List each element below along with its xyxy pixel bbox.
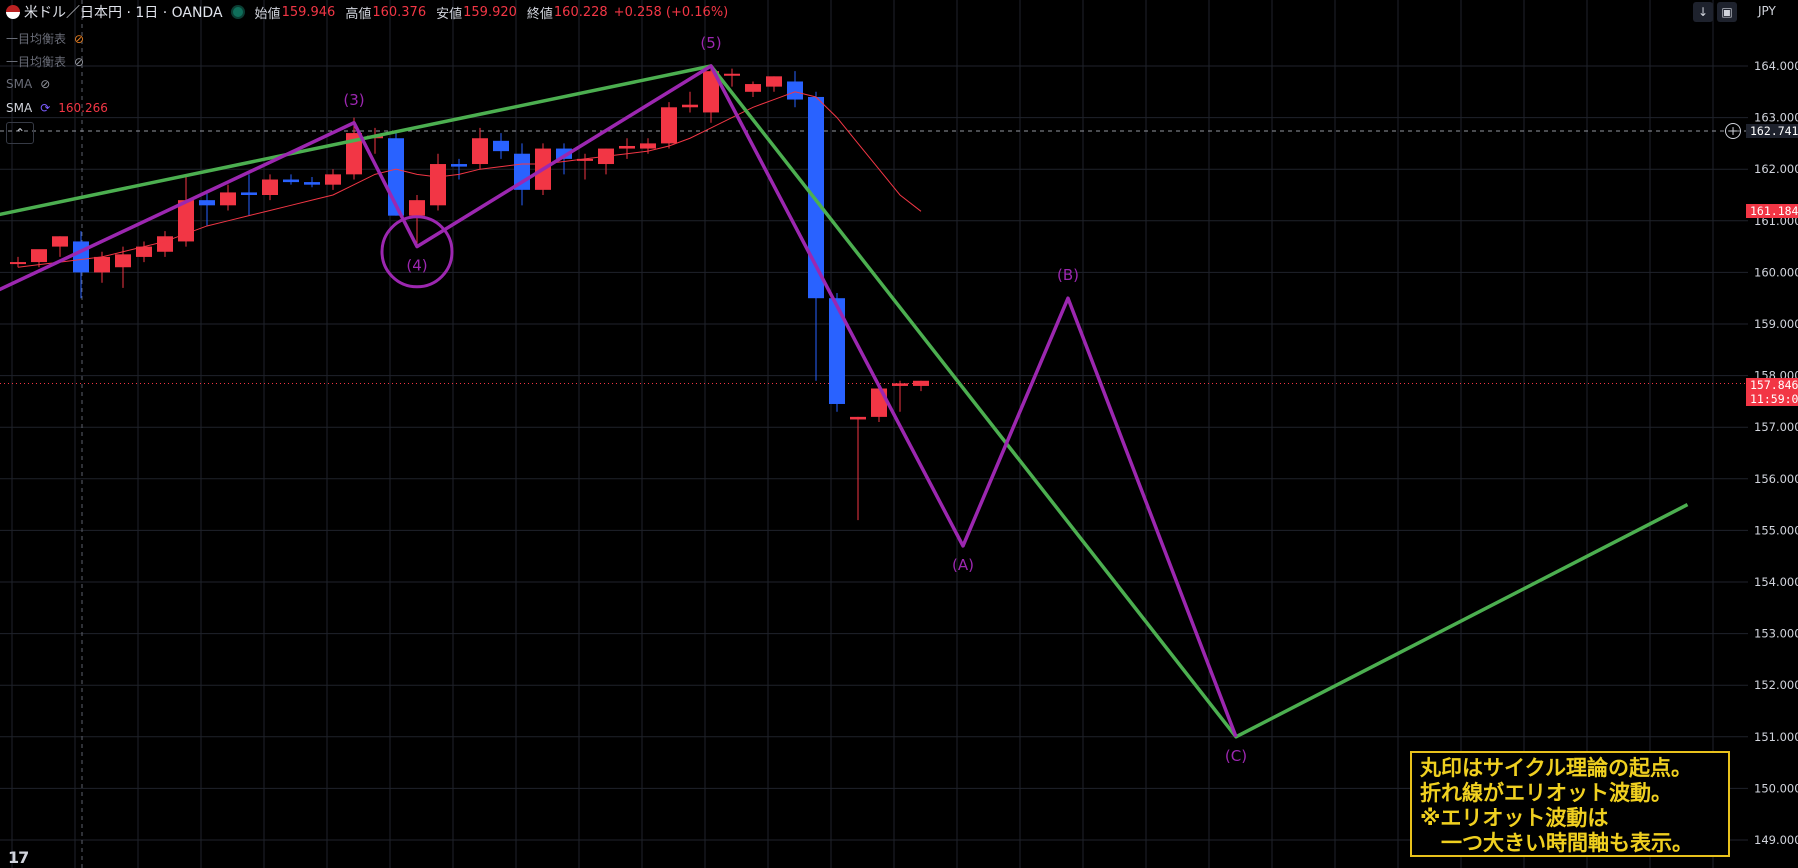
low-value: 159.920 [463,4,517,20]
change-value: +0.258 (+0.16%) [613,4,729,20]
candle-body [52,236,68,247]
legend-header: 米ドル／日本円 · 1日 · OANDA 始値 159.946 高値 160.376… [0,0,728,24]
y-tick-label: 149.000 [1754,833,1798,847]
candle-body [199,200,215,206]
indicator-name: 一目均衡表 [6,32,67,46]
indicator-sma-2[interactable]: SMA ⟳ 160.266 [6,101,108,115]
candle-body [745,84,761,92]
annotation-note[interactable]: 丸印はサイクル理論の起点。 折れ線がエリオット波動。 ※エリオット波動は 一つ大… [1410,751,1730,857]
y-tick-label: 163.000 [1754,111,1798,125]
candle-body [157,236,173,252]
candle-body [913,380,929,386]
y-tick-label: 154.000 [1754,575,1798,589]
note-line: 一つ大きい時間軸も表示。 [1420,831,1693,855]
collapse-legend-button[interactable]: ⌃ [6,122,34,144]
indicator-name: 一目均衡表 [6,55,67,69]
y-tick-label: 157.000 [1754,420,1798,434]
y-tick-label: 159.000 [1754,317,1798,331]
elliott-wave-line [0,64,1238,738]
currency-flag-icon [6,5,20,19]
wave-label: (A) [952,556,974,574]
y-tick-label: 155.000 [1754,523,1798,537]
candle-body [850,416,866,420]
indicator-name: SMA [6,101,33,115]
y-tick-label: 160.000 [1754,265,1798,279]
candle-body [493,140,509,152]
wave-label: (C) [1225,747,1247,765]
y-tick-label: 151.000 [1754,730,1798,744]
note-line: ※エリオット波動は [1420,806,1609,830]
candle-body [892,383,908,386]
last-price-tag: 157.846 [1746,378,1798,392]
open-label: 始値 [254,6,281,22]
indicator-ichimoku-2[interactable]: 一目均衡表 ⊘ [6,53,84,70]
candle-body [451,164,467,167]
high-value: 160.376 [372,4,427,20]
market-status-icon [230,5,245,19]
candle-body [787,81,803,100]
candle-body [472,138,488,165]
wave-label: (B) [1057,266,1079,284]
indicator-sma-1[interactable]: SMA ⊘ [6,77,50,91]
y-tick-label: 150.000 [1754,781,1798,795]
high-label: 高値 [345,6,372,22]
candle-body [304,182,320,185]
candle-body [724,73,740,76]
eye-off-icon[interactable]: ⊘ [40,77,50,91]
add-alert-icon[interactable]: + [1725,123,1741,139]
note-line: 折れ線がエリオット波動。 [1420,781,1672,805]
indicator-name: SMA [6,77,33,91]
y-tick-label: 164.000 [1754,59,1798,73]
close-label: 終値 [526,6,553,22]
tradingview-logo[interactable]: 17 [8,848,29,867]
candle-body [661,107,677,144]
candle-body [619,145,635,149]
scroll-down-button[interactable]: ↓ [1693,2,1713,22]
y-tick-label: 153.000 [1754,627,1798,641]
currency-label[interactable]: JPY [1758,4,1798,18]
wave-label: (3) [343,91,364,109]
candle-body [241,192,257,195]
low-label: 安値 [436,6,463,22]
crosshair-price-tag: 162.741 [1746,124,1798,138]
candle-body [409,200,425,216]
candle-body [262,179,278,195]
candle-body [115,254,131,268]
eye-off-icon[interactable]: ⊘ [74,32,84,46]
note-line: 丸印はサイクル理論の起点。 [1420,756,1692,780]
refresh-icon[interactable]: ⟳ [40,101,50,115]
y-tick-label: 156.000 [1754,472,1798,486]
close-value: 160.228 [553,4,608,20]
screenshot-button[interactable]: ▣ [1717,2,1737,22]
y-tick-label: 152.000 [1754,678,1798,692]
chart-canvas[interactable]: 164.000163.000162.000161.000160.000159.0… [0,0,1798,868]
candle-body [871,388,887,417]
wave-label: (4) [406,257,427,275]
eye-off-icon[interactable]: ⊘ [74,55,84,69]
candle-body [10,262,26,265]
candle-body [430,164,446,206]
candle-body [325,174,341,185]
candle-body [766,76,782,87]
indicator-ichimoku-1[interactable]: 一目均衡表 ⊘ [6,30,84,47]
candle-body [73,241,89,273]
sma-price-tag: 161.184 [1746,204,1798,218]
candle-body [31,249,47,263]
candle-body [220,192,236,206]
open-value: 159.946 [281,4,336,20]
candle-body [640,143,656,149]
y-tick-label: 162.000 [1754,162,1798,176]
candle-body [682,104,698,108]
indicator-value: 160.266 [58,101,108,115]
candle-body [283,179,299,183]
countdown-tag: 11:59:0 [1746,392,1798,406]
symbol-title[interactable]: 米ドル／日本円 · 1日 · OANDA [24,2,223,22]
candle-body [94,256,110,273]
wave-label: (5) [700,34,721,52]
